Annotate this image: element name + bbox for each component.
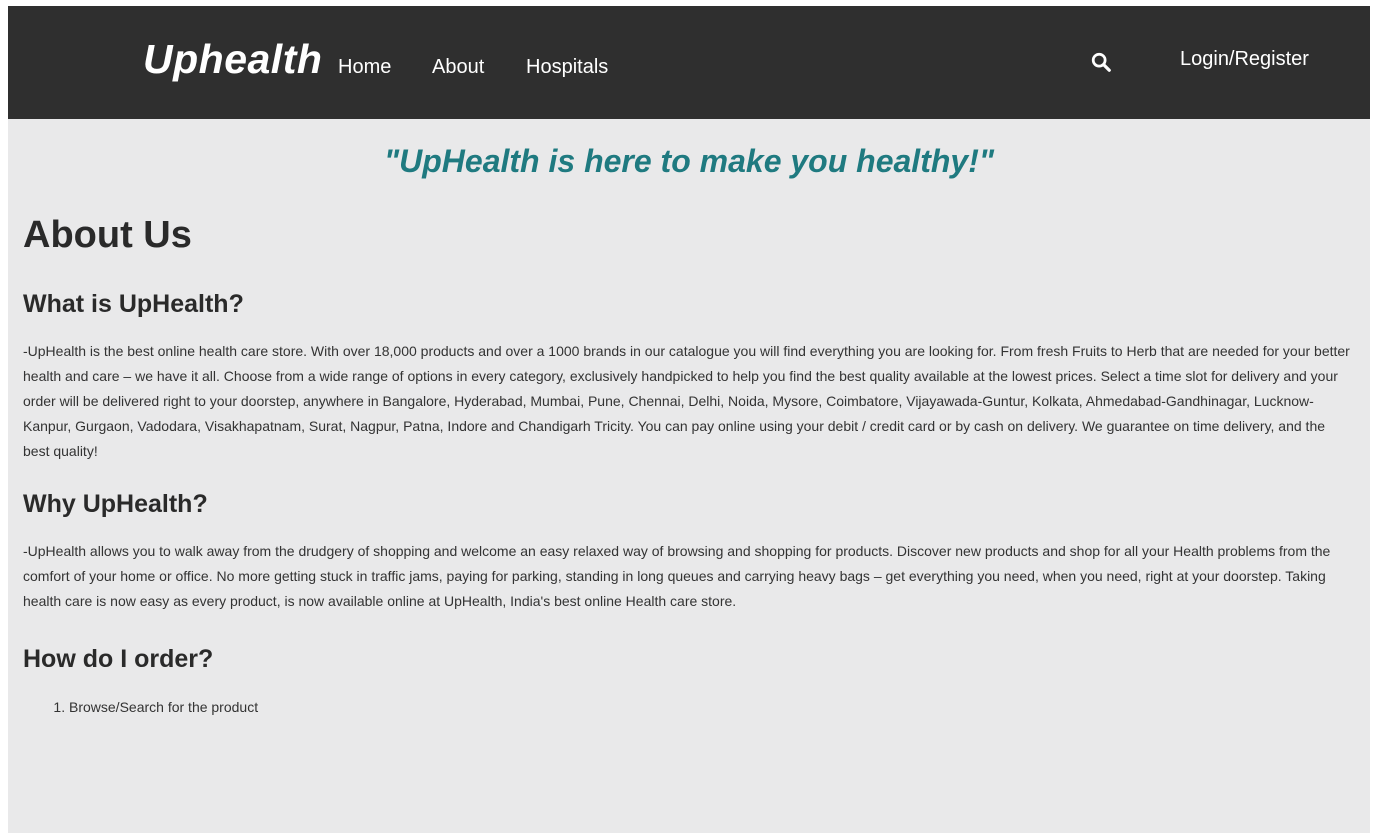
brand-logo[interactable]: Uphealth [143,36,322,83]
order-steps-list: Browse/Search for the product [23,699,1355,715]
page: Uphealth Home About Hospitals Login/Regi… [8,6,1370,833]
tagline: "UpHealth is here to make you healthy!" [383,143,995,179]
what-heading: What is UpHealth? [23,290,244,318]
why-heading: Why UpHealth? [23,490,208,518]
how-heading: How do I order? [23,645,214,673]
nav-home-link[interactable]: Home [338,56,391,79]
order-step: Browse/Search for the product [69,699,1355,715]
page-title: About Us [23,214,192,256]
search-icon[interactable] [1090,51,1112,73]
nav-about-link[interactable]: About [432,56,484,79]
what-paragraph: -UpHealth is the best online health care… [23,343,1350,459]
nav-hospitals-link[interactable]: Hospitals [526,56,608,79]
navbar: Uphealth Home About Hospitals Login/Regi… [8,6,1370,119]
why-paragraph: -UpHealth allows you to walk away from t… [23,543,1331,609]
login-register-link[interactable]: Login/Register [1180,48,1309,71]
about-content: About Us What is UpHealth? -UpHealth is … [8,214,1370,715]
